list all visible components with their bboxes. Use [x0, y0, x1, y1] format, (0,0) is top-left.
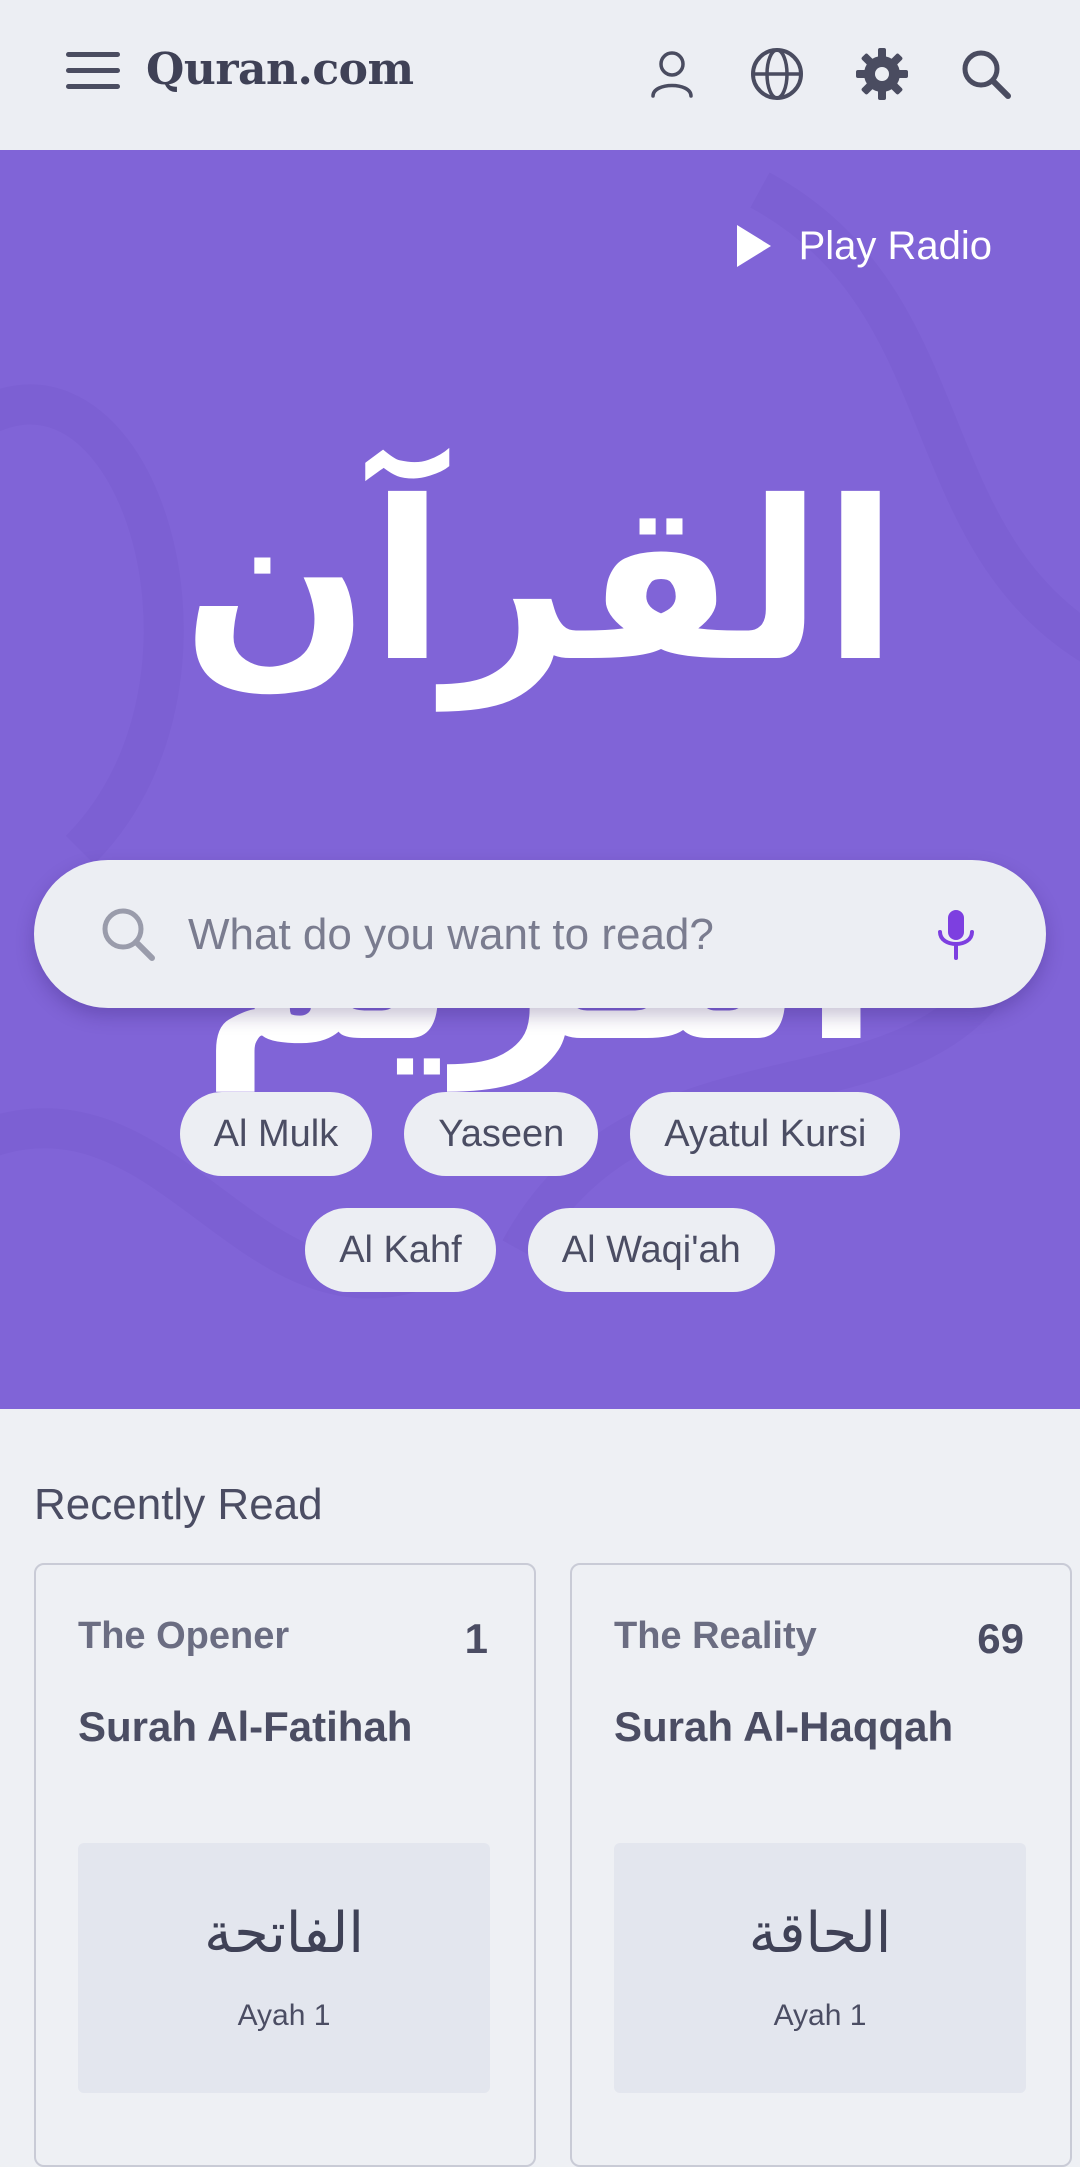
play-radio-button[interactable]: Play Radio: [735, 216, 992, 276]
surah-translated-name: The Opener: [78, 1615, 290, 1657]
quran-calligraphy: القرآن الكريم: [181, 454, 899, 1090]
ayah-label: Ayah 1: [237, 1999, 331, 2032]
quick-links-row-2: Al Kahf Al Waqi'ah: [0, 1208, 1080, 1292]
site-logo[interactable]: Quran.com: [146, 44, 414, 95]
quick-link-al-mulk[interactable]: Al Mulk: [179, 1092, 373, 1176]
play-icon: [736, 225, 771, 267]
arabic-name-box: الفاتحة Ayah 1: [78, 1843, 490, 2093]
menu-icon[interactable]: [66, 52, 120, 94]
quick-link-ayatul-kursi[interactable]: Ayatul Kursi: [630, 1092, 901, 1176]
globe-icon[interactable]: [747, 44, 807, 104]
surah-translated-name: The Reality: [614, 1615, 817, 1657]
microphone-icon[interactable]: [926, 904, 986, 964]
play-radio-label: Play Radio: [798, 223, 992, 268]
ayah-label: Ayah 1: [773, 1999, 867, 2032]
recently-read-heading: Recently Read: [34, 1480, 323, 1529]
surah-arabic-name: الحاقة: [748, 1901, 892, 1966]
hero-banner: Play Radio القرآن الكريم Al Mulk Yaseen …: [0, 150, 1080, 1409]
quick-link-al-kahf[interactable]: Al Kahf: [305, 1208, 496, 1292]
top-navbar: Quran.com: [0, 0, 1080, 151]
surah-number: 1: [464, 1615, 488, 1662]
search-input[interactable]: [186, 890, 910, 980]
arabic-name-box: الحاقة Ayah 1: [614, 1843, 1026, 2093]
gear-icon[interactable]: [852, 44, 912, 104]
quick-link-yaseen[interactable]: Yaseen: [404, 1092, 599, 1176]
search-bar: [34, 860, 1046, 1008]
recent-card-al-fatihah[interactable]: The Opener 1 Surah Al-Fatihah الفاتحة Ay…: [34, 1563, 536, 2167]
surah-title: Surah Al-Haqqah: [614, 1703, 954, 1750]
search-icon[interactable]: [956, 44, 1016, 104]
recent-card-al-haqqah[interactable]: The Reality 69 Surah Al-Haqqah الحاقة Ay…: [570, 1563, 1072, 2167]
quick-link-al-waqiah[interactable]: Al Waqi'ah: [527, 1208, 775, 1292]
surah-arabic-name: الفاتحة: [204, 1901, 364, 1966]
surah-title: Surah Al-Fatihah: [78, 1703, 413, 1750]
search-icon: [102, 908, 155, 961]
user-icon[interactable]: [642, 44, 702, 104]
quick-links-row-1: Al Mulk Yaseen Ayatul Kursi: [0, 1092, 1080, 1176]
surah-number: 69: [977, 1615, 1024, 1662]
